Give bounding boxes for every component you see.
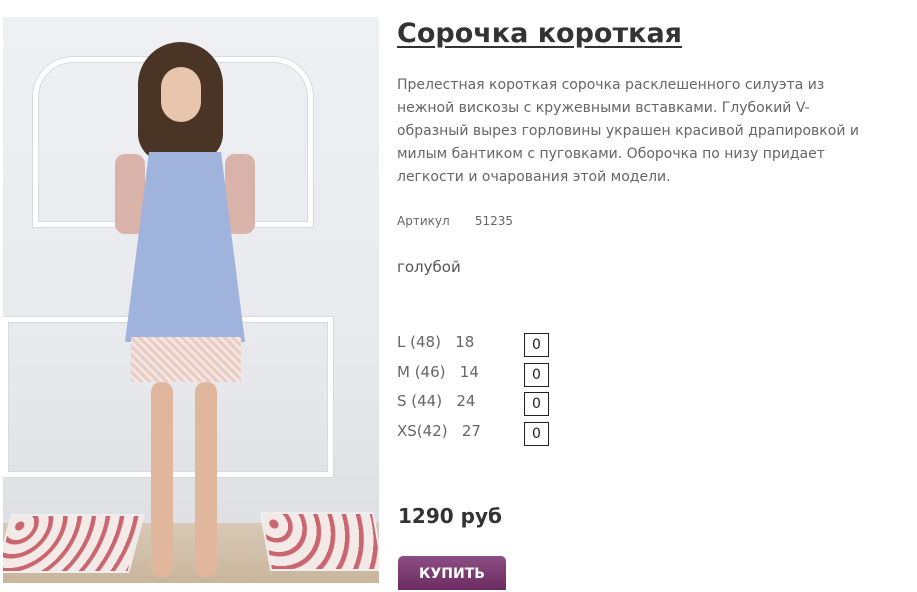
product-price: 1290 руб (398, 504, 502, 528)
quantity-field[interactable]: 0 (524, 362, 549, 387)
model-leg (195, 382, 217, 577)
size-label: XS(42) 27 (397, 421, 481, 440)
article-value: 51235 (474, 214, 514, 228)
product-photo (3, 17, 379, 583)
product-description: Прелестная короткая сорочка расклешенног… (397, 77, 859, 185)
model-leg (151, 382, 173, 577)
size-row: XS(42) 27 0 (397, 421, 597, 452)
article-label: Артикул (397, 214, 450, 228)
size-list: L (48) 18 0 M (46) 14 0 S (44) 24 0 XS(4… (397, 333, 597, 451)
quantity-field[interactable]: 0 (524, 392, 549, 416)
model-figure (103, 42, 273, 583)
size-row: S (44) 24 0 (397, 392, 597, 422)
product-title: Сорочка короткая (397, 18, 683, 49)
article-row: Артикул 51235 (397, 214, 513, 228)
size-label: S (44) 24 (397, 392, 476, 410)
floral-pillow (259, 512, 379, 571)
size-row: L (48) 18 0 (397, 333, 597, 363)
quantity-field[interactable]: 0 (524, 421, 549, 446)
model-face (161, 67, 201, 122)
quantity-field[interactable]: 0 (524, 333, 549, 357)
size-row: M (46) 14 0 (397, 362, 597, 393)
size-label: M (46) 14 (397, 362, 479, 381)
lace-hem (131, 337, 241, 382)
size-label: L (48) 18 (397, 333, 475, 351)
buy-button[interactable]: КУПИТЬ (398, 556, 506, 590)
product-color: голубой (397, 258, 461, 276)
